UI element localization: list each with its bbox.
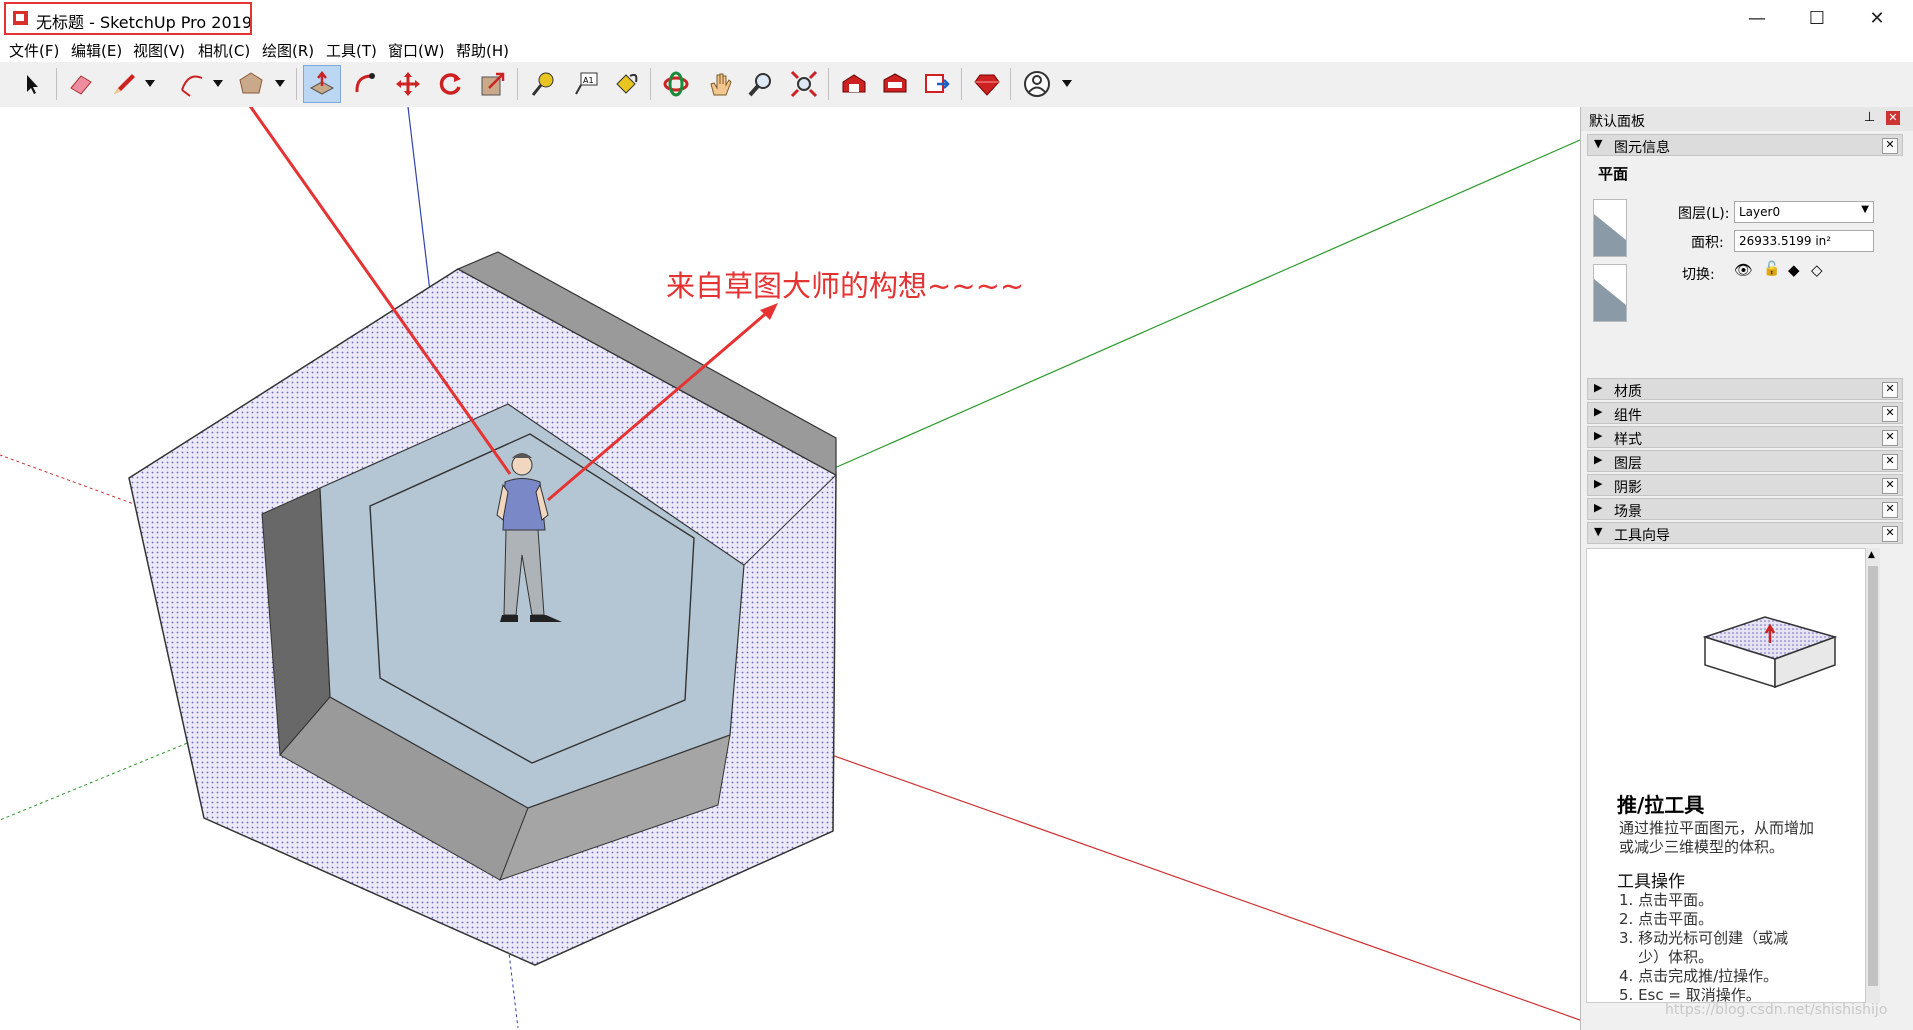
close-icon[interactable]: ✕: [1882, 454, 1898, 470]
menu-window[interactable]: 窗口(W): [388, 40, 445, 61]
tray-scenes[interactable]: ▶ 场景 ✕: [1587, 498, 1903, 520]
tray-styles[interactable]: ▶ 样式 ✕: [1587, 426, 1903, 448]
instructor-step: 4. 点击完成推/拉操作。: [1619, 967, 1779, 985]
instructor-description-line: 通过推拉平面图元，从而增加: [1619, 819, 1815, 837]
cast-shadow-icon[interactable]: ◆: [1788, 261, 1800, 279]
back-material-swatch[interactable]: [1593, 264, 1627, 322]
move-icon[interactable]: [389, 65, 427, 103]
follow-me-icon[interactable]: [347, 65, 385, 103]
pencil-icon[interactable]: [105, 65, 143, 103]
arc-dropdown-icon[interactable]: [208, 65, 228, 103]
title-bar: 无标题 - SketchUp Pro 2019 — ☐ ✕: [0, 0, 1913, 38]
instructor-step: 3. 移动光标可创建（或减: [1619, 929, 1789, 947]
menu-help[interactable]: 帮助(H): [456, 40, 509, 61]
ruby-icon[interactable]: [968, 65, 1006, 103]
orbit-icon[interactable]: [657, 65, 695, 103]
minimize-button[interactable]: —: [1727, 0, 1787, 36]
visibility-eye-icon[interactable]: 👁: [1734, 261, 1753, 279]
scroll-up-icon[interactable]: ▲: [1868, 550, 1875, 560]
title-highlight-box: [4, 2, 252, 35]
eraser-icon[interactable]: [62, 65, 100, 103]
paint-bucket-icon[interactable]: [607, 65, 645, 103]
pencil-dropdown-icon[interactable]: [140, 65, 160, 103]
close-button[interactable]: ✕: [1847, 0, 1907, 36]
menu-file[interactable]: 文件(F): [9, 40, 59, 61]
menu-edit[interactable]: 编辑(E): [71, 40, 122, 61]
pan-icon[interactable]: [701, 65, 739, 103]
menu-view[interactable]: 视图(V): [133, 40, 185, 61]
shape-icon[interactable]: [232, 65, 270, 103]
entity-info-close-icon[interactable]: ✕: [1882, 138, 1898, 154]
instructor-step: 少）体积。: [1619, 948, 1714, 966]
menu-bar: 文件(F) 编辑(E) 视图(V) 相机(C) 绘图(R) 工具(T) 窗口(W…: [0, 38, 1913, 62]
green-axis: [829, 139, 1580, 471]
tray-shadows[interactable]: ▶ 阴影 ✕: [1587, 474, 1903, 496]
tray-layers[interactable]: ▶ 图层 ✕: [1587, 450, 1903, 472]
layer-label: 图层(L):: [1678, 206, 1730, 222]
instructor-tool-name: 推/拉工具: [1617, 793, 1705, 817]
shape-dropdown-icon[interactable]: [270, 65, 290, 103]
pin-icon[interactable]: ⊥: [1864, 110, 1875, 125]
drawing-viewport[interactable]: 来自草图大师的构想~~~~: [0, 107, 1580, 1030]
instructor-content: 推/拉工具 通过推拉平面图元，从而增加 或减少三维模型的体积。 工具操作 1. …: [1586, 548, 1866, 1004]
zoom-extents-icon[interactable]: [785, 65, 823, 103]
watermark: https://blog.csdn.net/shishishijo: [1665, 1002, 1888, 1018]
select-icon[interactable]: [13, 65, 51, 103]
close-icon[interactable]: ✕: [1882, 526, 1898, 542]
tray-materials[interactable]: ▶ 材质 ✕: [1587, 378, 1903, 400]
tape-icon[interactable]: [524, 65, 562, 103]
tray-components[interactable]: ▶ 组件 ✕: [1587, 402, 1903, 424]
toolbar: A1: [0, 62, 1913, 108]
rotate-icon[interactable]: [431, 65, 469, 103]
tray-close-icon[interactable]: ✕: [1886, 111, 1900, 125]
zoom-icon[interactable]: [742, 65, 780, 103]
area-label: 面积:: [1691, 235, 1724, 251]
tray-instructor[interactable]: ▼ 工具向导 ✕: [1587, 522, 1903, 544]
toggle-label: 切换:: [1682, 267, 1715, 283]
close-icon[interactable]: ✕: [1882, 382, 1898, 398]
account-icon[interactable]: [1018, 65, 1056, 103]
account-dropdown-icon[interactable]: [1057, 65, 1077, 103]
push-pull-illustration: [1702, 616, 1838, 689]
scale-icon[interactable]: [474, 65, 512, 103]
area-field[interactable]: 26933.5199 in²: [1734, 230, 1874, 252]
instructor-step: 1. 点击平面。: [1619, 891, 1714, 909]
arc-icon[interactable]: [173, 65, 211, 103]
model-canvas: 来自草图大师的构想~~~~: [0, 107, 1580, 1029]
close-icon[interactable]: ✕: [1882, 406, 1898, 422]
receive-shadow-icon[interactable]: ◇: [1811, 261, 1823, 279]
text-icon[interactable]: A1: [567, 65, 605, 103]
extension-warehouse-icon[interactable]: [876, 65, 914, 103]
layout-icon[interactable]: [918, 65, 956, 103]
close-icon[interactable]: ✕: [1882, 478, 1898, 494]
entity-info-header[interactable]: ▼ 图元信息 ✕: [1587, 134, 1903, 156]
tray-titlebar: 默认面板 ⊥ ✕: [1581, 107, 1913, 131]
push-pull-icon[interactable]: [303, 65, 341, 103]
menu-tools[interactable]: 工具(T): [326, 40, 377, 61]
close-icon[interactable]: ✕: [1882, 502, 1898, 518]
svg-text:A1: A1: [583, 76, 594, 85]
annotation-text: 来自草图大师的构想~~~~: [666, 269, 1024, 303]
menu-camera[interactable]: 相机(C): [198, 40, 250, 61]
entity-type: 平面: [1598, 165, 1629, 183]
expanded-triangle-icon: ▼: [1594, 137, 1603, 150]
tray-title: 默认面板: [1589, 114, 1645, 130]
chevron-down-icon: ▼: [1861, 204, 1869, 215]
menu-draw[interactable]: 绘图(R): [262, 40, 314, 61]
instructor-scrollbar[interactable]: ▲: [1866, 548, 1880, 1003]
front-material-swatch[interactable]: [1593, 199, 1627, 257]
lock-icon[interactable]: 🔓: [1763, 261, 1780, 277]
close-icon[interactable]: ✕: [1882, 430, 1898, 446]
warehouse-icon[interactable]: [835, 65, 873, 103]
maximize-button[interactable]: ☐: [1787, 0, 1847, 36]
instructor-description-line: 或减少三维模型的体积。: [1619, 838, 1785, 856]
scroll-thumb[interactable]: [1868, 566, 1878, 986]
instructor-step: 2. 点击平面。: [1619, 910, 1714, 928]
layer-select[interactable]: Layer0 ▼: [1734, 201, 1874, 223]
